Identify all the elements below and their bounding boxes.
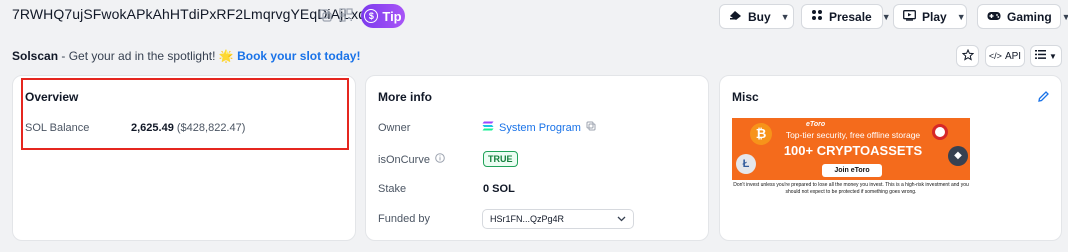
gaming-menu-button[interactable]: Gaming ▼ bbox=[977, 4, 1068, 29]
chevron-down-icon: ▼ bbox=[956, 11, 966, 22]
sol-balance-usd: ($428,822.47) bbox=[176, 122, 246, 134]
code-icon: </> bbox=[988, 51, 1002, 61]
api-label: API bbox=[1004, 50, 1022, 62]
play-label: Play bbox=[922, 9, 947, 24]
sol-balance-label: SOL Balance bbox=[25, 122, 90, 134]
copy-icon[interactable] bbox=[586, 121, 596, 134]
owner-value-group: System Program bbox=[482, 121, 596, 134]
info-icon[interactable] bbox=[435, 153, 445, 166]
buy-menu-button[interactable]: Buy ▼ bbox=[719, 4, 794, 29]
top-bar: 7RWHQ7ujSFwokAPkAhHTdiPxRF2LmqrvgYEqDiAj… bbox=[0, 0, 1068, 34]
star-emoji-icon: 🌟 bbox=[218, 49, 234, 63]
chevron-down-icon: ▼ bbox=[881, 11, 891, 22]
buy-icon bbox=[729, 10, 742, 24]
chevron-down-icon: ▼ bbox=[1049, 51, 1057, 61]
gaming-label: Gaming bbox=[1007, 9, 1052, 24]
banner-big-text: 100+ CRYPTOASSETS bbox=[783, 143, 923, 158]
is-on-curve-label: isOnCurve bbox=[378, 153, 430, 166]
play-menu-button[interactable]: Play ▼ bbox=[893, 4, 967, 29]
true-badge: TRUE bbox=[483, 151, 518, 167]
highlight-box bbox=[21, 78, 349, 150]
tip-button[interactable]: $ Tip bbox=[361, 4, 405, 28]
dollar-coin-icon: $ bbox=[364, 9, 379, 23]
chevron-down-icon bbox=[617, 214, 626, 224]
stake-label: Stake bbox=[378, 183, 407, 195]
misc-title: Misc bbox=[732, 90, 759, 104]
more-info-title: More info bbox=[378, 90, 432, 104]
etoro-logo: eToro bbox=[806, 121, 826, 128]
funded-by-select[interactable]: HSr1FN...QzPg4R bbox=[482, 209, 634, 229]
sol-balance-value: 2,625.49 bbox=[131, 122, 174, 134]
presale-menu-button[interactable]: Presale ▼ bbox=[801, 4, 891, 29]
overview-title: Overview bbox=[25, 90, 79, 104]
ad-brand: Solscan bbox=[12, 49, 59, 63]
ad-banner-text: Solscan - Get your ad in the spotlight! … bbox=[12, 49, 360, 63]
tip-label: Tip bbox=[382, 8, 402, 24]
sol-balance-value-group: 2,625.49 ($428,822.47) bbox=[131, 122, 245, 134]
banner-headline: Top-tier security, free offline storage bbox=[785, 130, 921, 140]
red-coin-icon bbox=[932, 124, 948, 140]
list-icon bbox=[1035, 50, 1047, 62]
api-button[interactable]: </> API bbox=[985, 45, 1025, 67]
banner-disclaimer: Don't invest unless you're prepared to l… bbox=[732, 180, 970, 202]
copy-icon[interactable] bbox=[317, 7, 333, 23]
gamepad-icon bbox=[987, 10, 1001, 24]
is-on-curve-label-group: isOnCurve bbox=[378, 153, 445, 166]
chevron-down-icon: ▼ bbox=[780, 11, 790, 22]
presale-icon bbox=[811, 9, 823, 24]
star-icon bbox=[961, 48, 974, 64]
stake-value: 0 SOL bbox=[483, 183, 515, 195]
edit-pencil-icon[interactable] bbox=[1037, 90, 1050, 108]
funded-by-label: Funded by bbox=[378, 213, 430, 225]
owner-link[interactable]: System Program bbox=[499, 122, 581, 134]
join-etoro-button[interactable]: Join eToro bbox=[822, 164, 882, 177]
book-slot-link[interactable]: Book your slot today! bbox=[237, 49, 360, 63]
favorite-button[interactable] bbox=[956, 45, 979, 67]
funded-by-value: HSr1FN...QzPg4R bbox=[490, 214, 565, 224]
buy-label: Buy bbox=[748, 9, 771, 24]
owner-label: Owner bbox=[378, 122, 411, 134]
play-icon bbox=[903, 9, 916, 24]
chevron-down-icon: ▼ bbox=[1061, 11, 1068, 22]
litecoin-coin-icon: Ł bbox=[736, 154, 756, 174]
etoro-ad-banner[interactable]: eToro Top-tier security, free offline st… bbox=[732, 118, 970, 202]
solana-logo-icon bbox=[482, 121, 494, 134]
ad-text: - Get your ad in the spotlight! bbox=[58, 49, 219, 63]
qr-code-icon[interactable] bbox=[338, 7, 354, 23]
bitcoin-coin-icon: ₿ bbox=[750, 123, 772, 145]
list-options-button[interactable]: ▼ bbox=[1030, 45, 1062, 67]
presale-label: Presale bbox=[829, 9, 872, 24]
ethereum-coin-icon: ◆ bbox=[948, 146, 968, 166]
